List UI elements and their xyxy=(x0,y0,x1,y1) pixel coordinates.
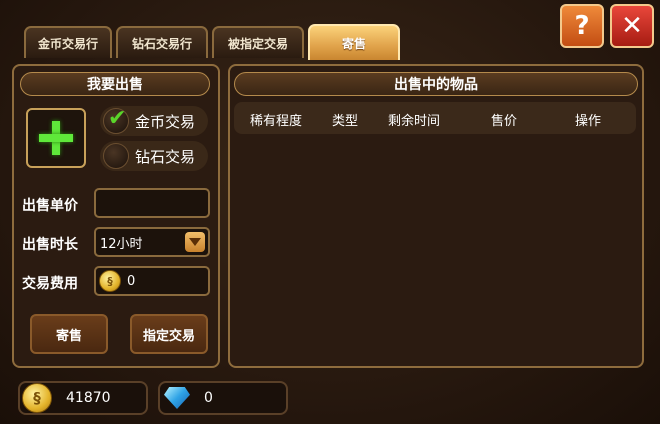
tab-gold-market[interactable]: 金币交易行 xyxy=(24,26,112,58)
diamond-icon xyxy=(164,387,190,409)
tab-diamond-market[interactable]: 钻石交易行 xyxy=(116,26,208,58)
option-gold-trade[interactable]: ✔ 金币交易 xyxy=(100,106,208,136)
column-price: 售价 xyxy=(491,114,518,129)
column-type: 类型 xyxy=(332,114,359,129)
question-icon: ? xyxy=(574,11,590,41)
items-panel-title: 出售中的物品 xyxy=(234,72,638,96)
price-input[interactable] xyxy=(94,188,210,218)
diamond-balance-value: 0 xyxy=(204,390,213,406)
tab-consign[interactable]: 寄售 xyxy=(308,24,400,60)
close-button[interactable]: ✕ xyxy=(610,4,654,48)
tab-designated-trade[interactable]: 被指定交易 xyxy=(212,26,304,58)
column-action: 操作 xyxy=(575,114,602,129)
column-time-left: 剩余时间 xyxy=(388,114,441,129)
dropdown-arrow-icon[interactable] xyxy=(185,232,205,252)
price-label: 出售单价 xyxy=(22,198,78,214)
fee-label: 交易费用 xyxy=(22,276,78,292)
gold-balance: 41870 xyxy=(18,381,148,415)
gold-balance-value: 41870 xyxy=(66,390,111,406)
diamond-balance: 0 xyxy=(158,381,288,415)
sell-panel-title: 我要出售 xyxy=(20,72,210,96)
duration-select[interactable]: 12小时 xyxy=(94,227,210,257)
option-gold-label: 金币交易 xyxy=(135,112,196,131)
duration-value: 12小时 xyxy=(100,236,143,252)
radio-diamond[interactable] xyxy=(103,143,129,169)
fee-value: 0 xyxy=(127,273,136,289)
radio-gold[interactable]: ✔ xyxy=(103,106,129,134)
column-rarity: 稀有程度 xyxy=(250,114,303,129)
consign-button[interactable]: 寄售 xyxy=(30,314,108,354)
gold-coin-icon xyxy=(99,270,121,292)
plus-icon xyxy=(39,121,73,155)
close-icon: ✕ xyxy=(621,11,643,41)
option-diamond-label: 钻石交易 xyxy=(135,147,196,166)
fee-field: 0 xyxy=(94,266,210,296)
duration-label: 出售时长 xyxy=(22,237,78,253)
help-button[interactable]: ? xyxy=(560,4,604,48)
gold-coin-icon xyxy=(22,383,52,413)
designated-trade-button[interactable]: 指定交易 xyxy=(130,314,208,354)
option-diamond-trade[interactable]: 钻石交易 xyxy=(100,141,208,171)
add-item-slot[interactable] xyxy=(26,108,86,168)
checkmark-icon: ✔ xyxy=(108,106,127,131)
items-list xyxy=(234,140,636,360)
